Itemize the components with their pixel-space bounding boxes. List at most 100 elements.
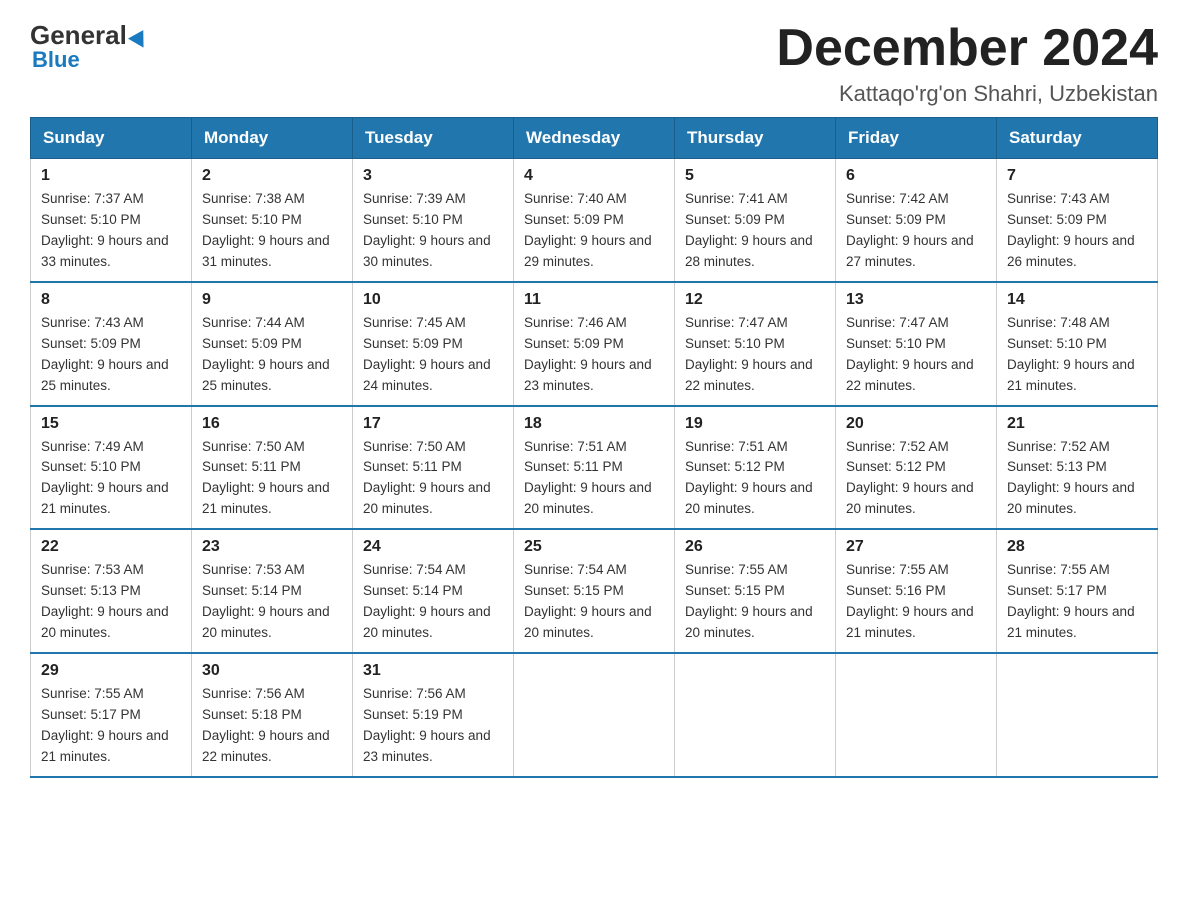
calendar-cell-week3-day6: 21 Sunrise: 7:52 AM Sunset: 5:13 PM Dayl… [997,406,1158,530]
calendar-week-2: 8 Sunrise: 7:43 AM Sunset: 5:09 PM Dayli… [31,282,1158,406]
day-number: 7 [1007,167,1147,185]
calendar-cell-week2-day1: 9 Sunrise: 7:44 AM Sunset: 5:09 PM Dayli… [192,282,353,406]
daylight-label: Daylight: 9 hours and 20 minutes. [1007,480,1135,516]
sunrise-label: Sunrise: 7:52 AM [1007,439,1110,454]
calendar-cell-week4-day2: 24 Sunrise: 7:54 AM Sunset: 5:14 PM Dayl… [353,529,514,653]
sunrise-label: Sunrise: 7:44 AM [202,315,305,330]
day-info: Sunrise: 7:52 AM Sunset: 5:12 PM Dayligh… [846,437,986,521]
sunrise-label: Sunrise: 7:51 AM [685,439,788,454]
daylight-label: Daylight: 9 hours and 33 minutes. [41,233,169,269]
day-number: 20 [846,415,986,433]
calendar-cell-week5-day3 [514,653,675,777]
calendar-cell-week1-day5: 6 Sunrise: 7:42 AM Sunset: 5:09 PM Dayli… [836,159,997,282]
sunset-label: Sunset: 5:12 PM [685,459,785,474]
daylight-label: Daylight: 9 hours and 21 minutes. [846,604,974,640]
calendar-cell-week3-day4: 19 Sunrise: 7:51 AM Sunset: 5:12 PM Dayl… [675,406,836,530]
sunset-label: Sunset: 5:14 PM [363,583,463,598]
sunset-label: Sunset: 5:09 PM [846,212,946,227]
calendar-week-4: 22 Sunrise: 7:53 AM Sunset: 5:13 PM Dayl… [31,529,1158,653]
sunrise-label: Sunrise: 7:38 AM [202,191,305,206]
logo-blue-text: Blue [30,47,80,73]
logo-triangle-icon [128,25,151,47]
calendar-cell-week1-day3: 4 Sunrise: 7:40 AM Sunset: 5:09 PM Dayli… [514,159,675,282]
day-number: 26 [685,538,825,556]
day-info: Sunrise: 7:55 AM Sunset: 5:17 PM Dayligh… [41,684,181,768]
day-info: Sunrise: 7:39 AM Sunset: 5:10 PM Dayligh… [363,189,503,273]
daylight-label: Daylight: 9 hours and 22 minutes. [846,357,974,393]
daylight-label: Daylight: 9 hours and 21 minutes. [41,728,169,764]
sunset-label: Sunset: 5:09 PM [363,336,463,351]
calendar-week-1: 1 Sunrise: 7:37 AM Sunset: 5:10 PM Dayli… [31,159,1158,282]
day-number: 13 [846,291,986,309]
day-info: Sunrise: 7:47 AM Sunset: 5:10 PM Dayligh… [846,313,986,397]
calendar-week-3: 15 Sunrise: 7:49 AM Sunset: 5:10 PM Dayl… [31,406,1158,530]
day-number: 15 [41,415,181,433]
day-info: Sunrise: 7:48 AM Sunset: 5:10 PM Dayligh… [1007,313,1147,397]
weekday-header-saturday: Saturday [997,118,1158,159]
daylight-label: Daylight: 9 hours and 20 minutes. [524,604,652,640]
daylight-label: Daylight: 9 hours and 31 minutes. [202,233,330,269]
sunrise-label: Sunrise: 7:55 AM [846,562,949,577]
sunrise-label: Sunrise: 7:39 AM [363,191,466,206]
day-number: 11 [524,291,664,309]
day-info: Sunrise: 7:53 AM Sunset: 5:14 PM Dayligh… [202,560,342,644]
sunset-label: Sunset: 5:13 PM [41,583,141,598]
sunset-label: Sunset: 5:09 PM [524,212,624,227]
day-info: Sunrise: 7:51 AM Sunset: 5:12 PM Dayligh… [685,437,825,521]
calendar-cell-week4-day4: 26 Sunrise: 7:55 AM Sunset: 5:15 PM Dayl… [675,529,836,653]
sunset-label: Sunset: 5:10 PM [846,336,946,351]
weekday-header-friday: Friday [836,118,997,159]
day-info: Sunrise: 7:38 AM Sunset: 5:10 PM Dayligh… [202,189,342,273]
day-info: Sunrise: 7:55 AM Sunset: 5:15 PM Dayligh… [685,560,825,644]
daylight-label: Daylight: 9 hours and 25 minutes. [41,357,169,393]
calendar-cell-week1-day0: 1 Sunrise: 7:37 AM Sunset: 5:10 PM Dayli… [31,159,192,282]
day-info: Sunrise: 7:49 AM Sunset: 5:10 PM Dayligh… [41,437,181,521]
daylight-label: Daylight: 9 hours and 29 minutes. [524,233,652,269]
calendar-cell-week2-day5: 13 Sunrise: 7:47 AM Sunset: 5:10 PM Dayl… [836,282,997,406]
sunset-label: Sunset: 5:11 PM [524,459,623,474]
daylight-label: Daylight: 9 hours and 24 minutes. [363,357,491,393]
sunset-label: Sunset: 5:15 PM [524,583,624,598]
calendar-cell-week3-day0: 15 Sunrise: 7:49 AM Sunset: 5:10 PM Dayl… [31,406,192,530]
day-info: Sunrise: 7:44 AM Sunset: 5:09 PM Dayligh… [202,313,342,397]
calendar-cell-week4-day5: 27 Sunrise: 7:55 AM Sunset: 5:16 PM Dayl… [836,529,997,653]
day-info: Sunrise: 7:50 AM Sunset: 5:11 PM Dayligh… [202,437,342,521]
day-number: 18 [524,415,664,433]
sunset-label: Sunset: 5:10 PM [202,212,302,227]
day-number: 4 [524,167,664,185]
day-info: Sunrise: 7:40 AM Sunset: 5:09 PM Dayligh… [524,189,664,273]
day-info: Sunrise: 7:54 AM Sunset: 5:14 PM Dayligh… [363,560,503,644]
page-header: General Blue December 2024 Kattaqo'rg'on… [30,20,1158,107]
calendar-cell-week5-day6 [997,653,1158,777]
weekday-header-row: SundayMondayTuesdayWednesdayThursdayFrid… [31,118,1158,159]
sunrise-label: Sunrise: 7:37 AM [41,191,144,206]
day-number: 21 [1007,415,1147,433]
day-info: Sunrise: 7:37 AM Sunset: 5:10 PM Dayligh… [41,189,181,273]
daylight-label: Daylight: 9 hours and 23 minutes. [363,728,491,764]
day-number: 25 [524,538,664,556]
sunset-label: Sunset: 5:09 PM [524,336,624,351]
day-info: Sunrise: 7:43 AM Sunset: 5:09 PM Dayligh… [41,313,181,397]
weekday-header-wednesday: Wednesday [514,118,675,159]
daylight-label: Daylight: 9 hours and 26 minutes. [1007,233,1135,269]
calendar-cell-week5-day5 [836,653,997,777]
daylight-label: Daylight: 9 hours and 21 minutes. [202,480,330,516]
daylight-label: Daylight: 9 hours and 25 minutes. [202,357,330,393]
calendar-cell-week5-day1: 30 Sunrise: 7:56 AM Sunset: 5:18 PM Dayl… [192,653,353,777]
sunrise-label: Sunrise: 7:53 AM [41,562,144,577]
daylight-label: Daylight: 9 hours and 20 minutes. [685,604,813,640]
weekday-header-sunday: Sunday [31,118,192,159]
sunrise-label: Sunrise: 7:55 AM [685,562,788,577]
sunrise-label: Sunrise: 7:43 AM [1007,191,1110,206]
sunrise-label: Sunrise: 7:40 AM [524,191,627,206]
calendar-cell-week3-day3: 18 Sunrise: 7:51 AM Sunset: 5:11 PM Dayl… [514,406,675,530]
month-year-title: December 2024 [776,20,1158,77]
sunset-label: Sunset: 5:17 PM [41,707,141,722]
day-info: Sunrise: 7:46 AM Sunset: 5:09 PM Dayligh… [524,313,664,397]
day-number: 29 [41,662,181,680]
sunset-label: Sunset: 5:16 PM [846,583,946,598]
sunrise-label: Sunrise: 7:47 AM [846,315,949,330]
calendar-week-5: 29 Sunrise: 7:55 AM Sunset: 5:17 PM Dayl… [31,653,1158,777]
sunset-label: Sunset: 5:10 PM [685,336,785,351]
day-info: Sunrise: 7:41 AM Sunset: 5:09 PM Dayligh… [685,189,825,273]
